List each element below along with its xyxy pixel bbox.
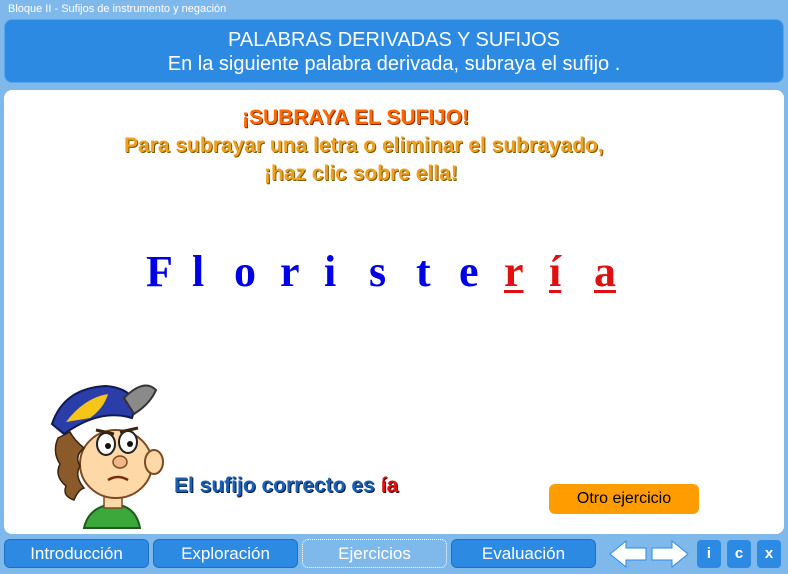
word-letter[interactable]: F [146,246,173,297]
word-letter[interactable]: a [594,246,616,297]
derived-word: F l o r i s t e r í a [4,246,784,296]
arrow-right-icon[interactable] [650,538,690,570]
tab-ejercicios[interactable]: Ejercicios [302,539,447,568]
instruction-heading: ¡SUBRAYA EL SUFIJO! [242,106,470,129]
otro-ejercicio-button[interactable]: Otro ejercicio [549,484,699,514]
tab-evaluacion[interactable]: Evaluación [451,539,596,568]
word-letter[interactable]: l [192,246,204,297]
word-letter[interactable]: o [234,246,256,297]
result-label: El sufijo correcto es [174,474,375,497]
page-subtitle: En la siguiente palabra derivada, subray… [167,53,621,75]
tab-introduccion[interactable]: Introducción [4,539,149,568]
word-letter[interactable]: r [504,246,524,297]
info-button[interactable]: i [697,540,721,568]
cartoon-boy-illustration [50,384,164,529]
main-panel: ¡SUBRAYA EL SUFIJO! Para subrayar una le… [4,90,784,534]
arrow-left-icon[interactable] [608,538,648,570]
word-letter[interactable]: t [416,246,431,297]
instructions: ¡SUBRAYA EL SUFIJO! Para subrayar una le… [4,104,784,188]
word-letter[interactable]: e [459,246,479,297]
instruction-line-1: Para subrayar una letra o eliminar el su… [124,134,604,157]
word-letter[interactable]: í [549,246,561,297]
tab-exploracion[interactable]: Exploración [153,539,298,568]
credits-button[interactable]: c [727,540,751,568]
result-text: El sufijo correcto es ía [174,474,398,498]
word-letter[interactable]: s [369,246,386,297]
result-suffix: ía [380,474,399,497]
word-letter[interactable]: i [324,246,336,297]
header-panel: PALABRAS DERIVADAS Y SUFIJOS En la sigui… [4,19,784,83]
page-title: PALABRAS DERIVADAS Y SUFIJOS [228,29,560,51]
instruction-line-2: ¡haz clic sobre ella! [264,162,458,185]
word-letter[interactable]: r [280,246,300,297]
close-button[interactable]: x [757,540,781,568]
window-title: Bloque II - Sufijos de instrumento y neg… [0,0,788,18]
